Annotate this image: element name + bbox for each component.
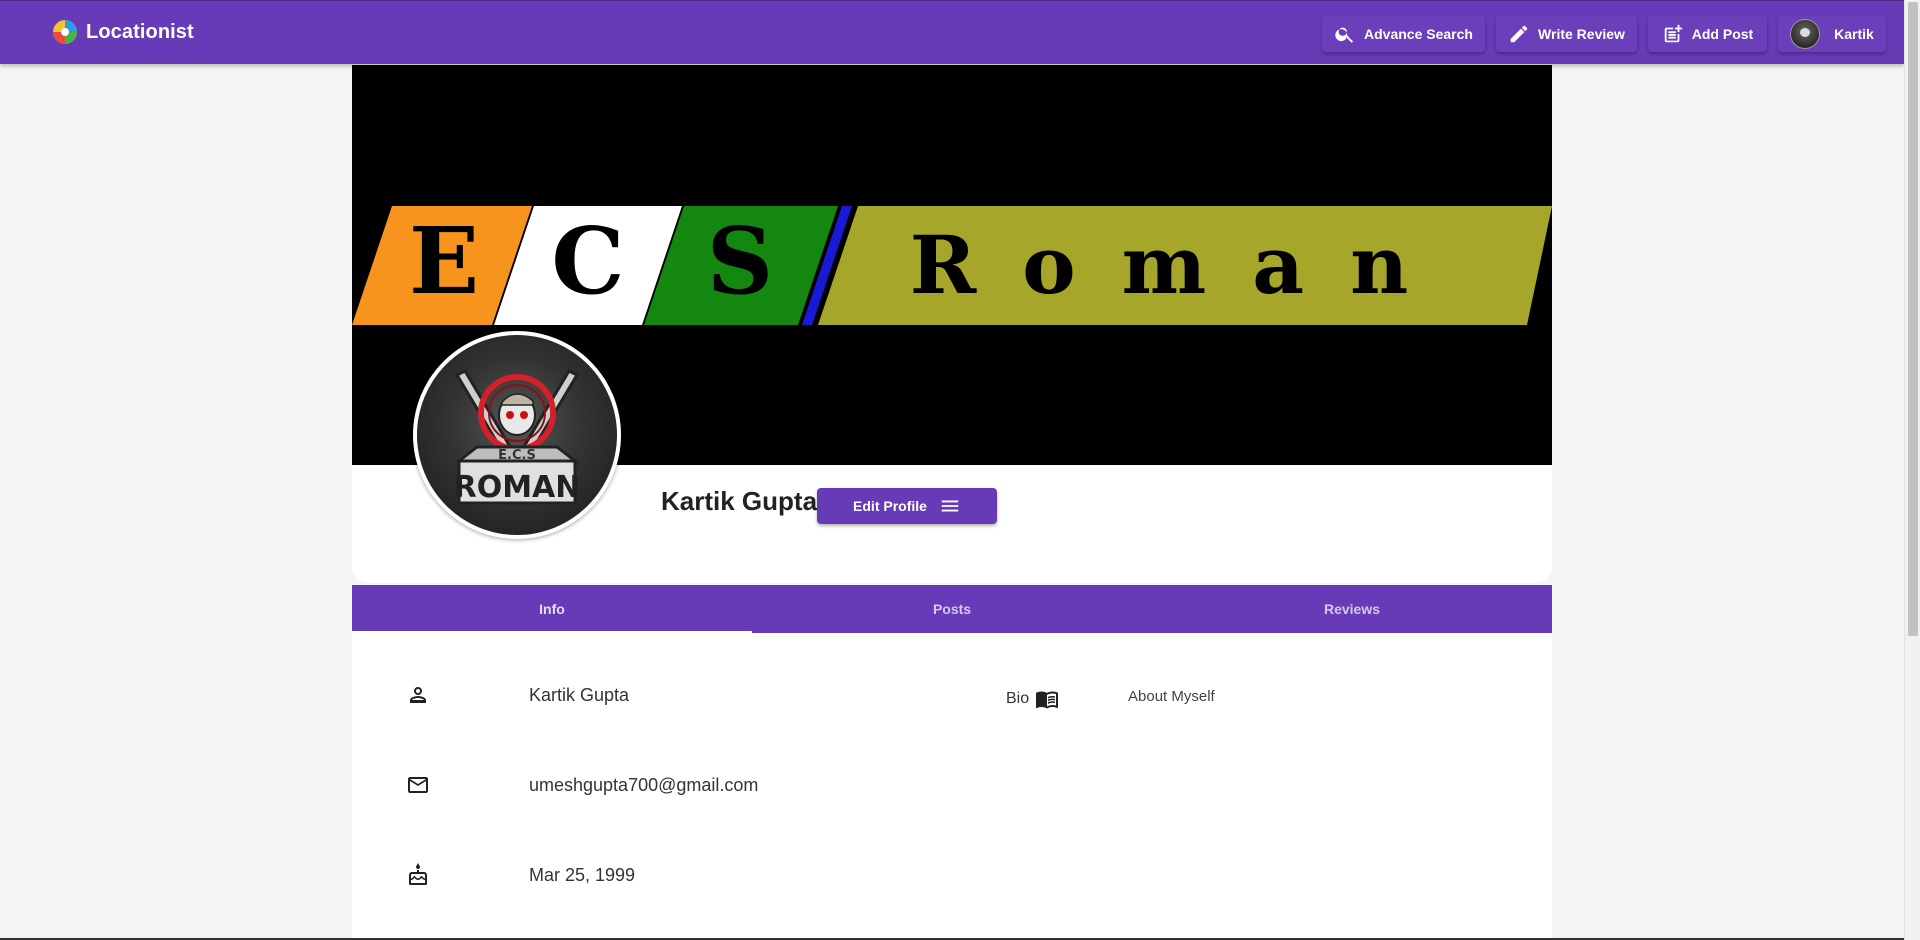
globe-logo-icon [53,20,77,44]
roman-emblem-icon: E.C.S ROMAN [454,369,581,505]
mail-icon [406,773,430,797]
write-review-label: Write Review [1538,25,1625,42]
banner-word-roman: Roman [910,218,1455,312]
tab-posts[interactable]: Posts [752,585,1152,633]
tab-info[interactable]: Info [352,585,752,633]
profile-tabs: Info Posts Reviews [352,585,1552,633]
info-row-email: umeshgupta700@gmail.com [352,765,1552,805]
info-row-name: Kartik Gupta Bio About Myself [352,675,1552,715]
banner-letter-c: C [551,207,624,315]
app-name: Locationist [86,20,194,43]
email-value: umeshgupta700@gmail.com [529,775,759,795]
badge-name-text: ROMAN [454,470,581,505]
book-icon [1036,691,1059,709]
advance-search-label: Advance Search [1364,25,1473,42]
pencil-icon [1510,25,1528,42]
cake-icon [406,863,430,887]
birthday-value: Mar 25, 1999 [529,865,636,885]
advance-search-button[interactable]: Advance Search [1322,15,1485,52]
profile-name: Kartik Gupta [661,486,818,516]
banner-letter-e: E [409,207,479,315]
profile-avatar-image: E.C.S ROMAN [417,335,617,535]
info-panel: Kartik Gupta Bio About Myself umeshgupta… [352,633,1552,940]
add-post-label: Add Post [1691,25,1754,42]
user-avatar [1790,18,1821,49]
edit-profile-button[interactable]: Edit Profile [817,488,997,524]
profile-avatar[interactable]: E.C.S ROMAN [413,331,621,539]
edit-profile-label: Edit Profile [853,498,927,514]
bio-label-text: Bio [1006,690,1030,707]
write-review-button[interactable]: Write Review [1496,15,1637,52]
search-icon [1335,27,1354,43]
user-name-label: Kartik [1834,25,1874,42]
info-row-birthday: Mar 25, 1999 [352,855,1552,895]
user-menu-button[interactable]: Kartik [1778,15,1886,52]
full-name-value: Kartik Gupta [529,685,630,705]
menu-icon [941,500,959,512]
person-icon [406,683,430,707]
add-post-button[interactable]: Add Post [1648,15,1767,52]
post-add-icon [1664,24,1682,42]
scrollbar[interactable] [1904,0,1920,940]
app-bar: Locationist Advance Search Write Review … [0,0,1904,64]
badge-top-text: E.C.S [498,448,536,463]
bio-label: Bio [1006,687,1059,711]
scrollbar-thumb[interactable] [1908,2,1918,636]
brand[interactable]: Locationist [52,19,194,45]
tab-reviews[interactable]: Reviews [1152,585,1552,633]
banner-letter-s: S [707,207,773,315]
bio-value: About Myself [1128,688,1215,705]
